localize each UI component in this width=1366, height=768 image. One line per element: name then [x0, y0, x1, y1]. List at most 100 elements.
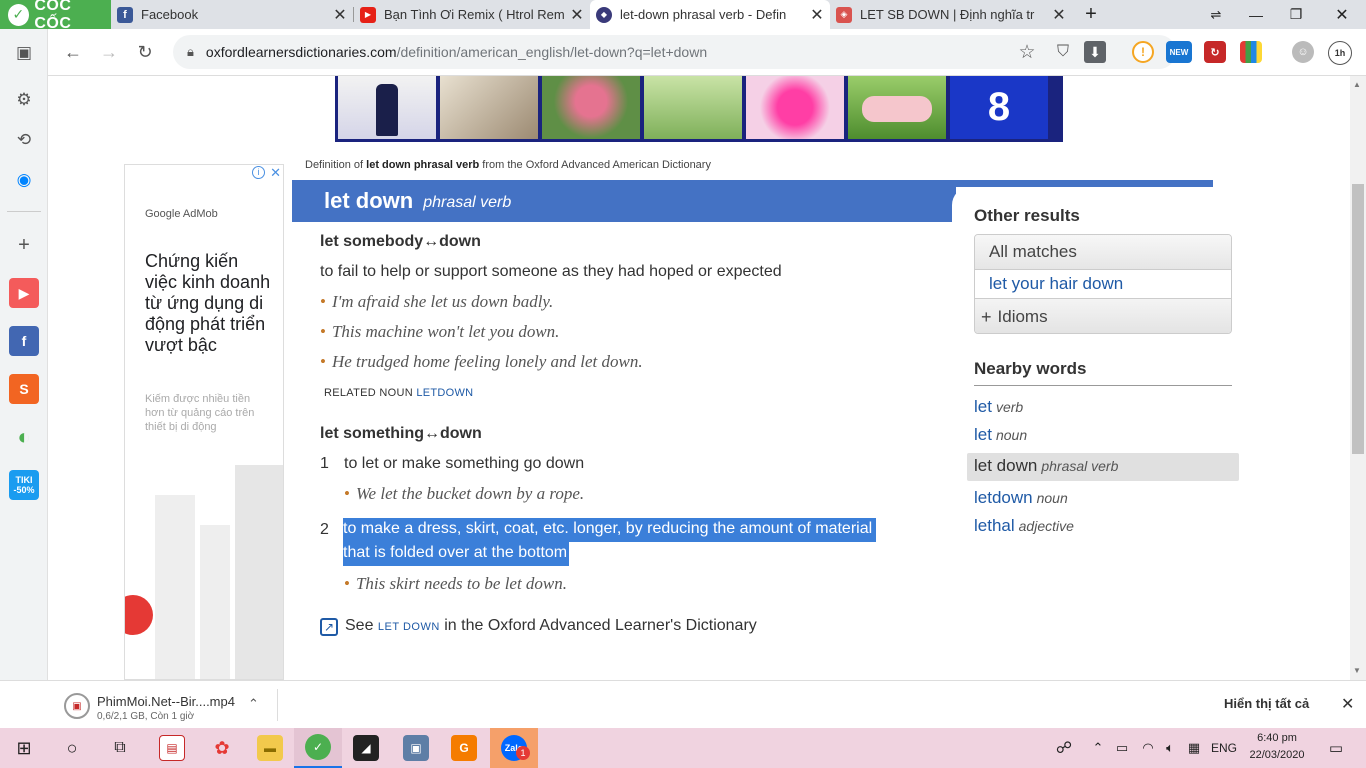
coccoc-app-icon[interactable]: ◐: [9, 422, 39, 452]
selected-definition[interactable]: to make a dress, skirt, coat, etc. longe…: [343, 518, 903, 566]
volume-icon[interactable]: 🔈︎: [1158, 728, 1182, 768]
download-icon[interactable]: ⬇: [1084, 41, 1106, 63]
shield-icon[interactable]: ⛉: [1048, 37, 1078, 67]
new-tab-button[interactable]: +: [1071, 0, 1111, 29]
shopee-app-icon[interactable]: S: [9, 374, 39, 404]
admob-ad[interactable]: i ✕ Google AdMob Chứng kiến việc kinh do…: [124, 164, 284, 680]
input-language[interactable]: ENG: [1211, 741, 1237, 755]
back-button[interactable]: ←: [58, 37, 88, 67]
scroll-up-icon[interactable]: ▲: [1353, 80, 1361, 89]
keyboard-icon[interactable]: ▦: [1182, 728, 1206, 768]
chevron-up-icon[interactable]: ⌃: [248, 696, 259, 712]
sidebar-toggle-icon[interactable]: ▣: [9, 38, 39, 68]
ad-image-dress[interactable]: [338, 76, 436, 139]
coccoc-taskbar-icon[interactable]: ✓: [294, 728, 342, 768]
all-matches-header[interactable]: All matches: [975, 235, 1231, 270]
restore-button[interactable]: ❐: [1276, 0, 1316, 29]
zalo-icon[interactable]: Zalo 1: [490, 728, 538, 768]
close-icon[interactable]: ✕: [1050, 5, 1068, 25]
settings-gear-icon[interactable]: ⚙: [9, 85, 39, 115]
wifi-icon[interactable]: ◠: [1136, 728, 1160, 768]
clock-time[interactable]: 6:40 pm: [1246, 732, 1308, 744]
scrollbar-thumb[interactable]: [1352, 184, 1364, 454]
extension-new-icon[interactable]: NEW: [1166, 41, 1192, 63]
nearby-word[interactable]: let verb: [974, 397, 1023, 417]
task-view-icon[interactable]: ⧉: [96, 728, 144, 768]
bullet-icon: •: [320, 352, 326, 371]
ad-building: [155, 495, 195, 679]
close-icon[interactable]: ✕: [568, 5, 586, 25]
tiki-discount: -50%: [13, 485, 35, 495]
match-link[interactable]: let your hair down: [975, 270, 1231, 299]
example: • I'm afraid she let us down badly.: [320, 292, 553, 312]
start-windows-icon[interactable]: ⊞: [0, 728, 48, 768]
tab-cambridge[interactable]: ◈ LET SB DOWN | Định nghĩa tr ✕: [830, 0, 1072, 29]
ad-info-icon[interactable]: i: [252, 166, 265, 179]
facebook-app-icon[interactable]: f: [9, 326, 39, 356]
extension-pdf-icon[interactable]: ↻: [1204, 41, 1226, 63]
taskbar-app-icon[interactable]: ✿: [198, 728, 246, 768]
forward-button[interactable]: →: [94, 37, 124, 67]
search-icon[interactable]: ○: [48, 728, 96, 768]
nearby-word[interactable]: let noun: [974, 425, 1027, 445]
source-bold: let down phrasal verb: [366, 159, 480, 171]
idioms-header[interactable]: + Idioms: [975, 299, 1231, 333]
related-link[interactable]: LETDOWN: [416, 387, 473, 399]
notification-icon[interactable]: ▭: [1316, 728, 1356, 768]
timer-badge[interactable]: 1h: [1328, 41, 1352, 65]
external-link-icon[interactable]: ↗: [320, 618, 338, 636]
messenger-icon[interactable]: ◉: [9, 165, 39, 195]
history-icon[interactable]: ⟲: [9, 125, 39, 155]
taskbar-app-icon[interactable]: ▤: [148, 728, 196, 768]
page-scrollbar[interactable]: ▲ ▼: [1350, 76, 1366, 680]
add-app-icon[interactable]: +: [9, 230, 39, 260]
reload-button[interactable]: ↻: [130, 37, 160, 67]
show-all-downloads[interactable]: Hiển thị tất cả: [1224, 696, 1309, 711]
nearby-word[interactable]: lethal adjective: [974, 516, 1074, 536]
youtube-app-icon[interactable]: ▶: [9, 278, 39, 308]
example-text: I'm afraid she let us down badly.: [331, 292, 554, 311]
scroll-down-icon[interactable]: ▼: [1353, 666, 1361, 675]
close-downloads-icon[interactable]: ✕: [1341, 694, 1354, 714]
tab-facebook[interactable]: f Facebook ✕: [111, 0, 353, 29]
tab-youtube[interactable]: ▶ Bạn Tình Ơi Remix ( Htrol Rem ✕: [354, 0, 590, 29]
other-results-title: Other results: [974, 206, 1080, 225]
extension-apps-icon[interactable]: [1240, 41, 1262, 63]
url-host: oxfordlearnersdictionaries.com: [205, 44, 397, 60]
ad-image-logo[interactable]: 8: [950, 76, 1048, 139]
ad-image-makeup[interactable]: [746, 76, 844, 139]
see-link[interactable]: LET DOWN: [378, 621, 440, 633]
file-explorer-icon[interactable]: ▬: [246, 728, 294, 768]
close-icon[interactable]: ✕: [331, 5, 349, 25]
foxit-pdf-icon[interactable]: G: [440, 728, 488, 768]
chevron-up-icon[interactable]: ⌃: [1086, 728, 1110, 768]
ad-image-roses[interactable]: [542, 76, 640, 139]
ad-banner[interactable]: 8: [335, 76, 1063, 142]
ad-image-house[interactable]: [440, 76, 538, 139]
profile-avatar[interactable]: ☺: [1292, 41, 1314, 63]
sense-number: 1: [320, 455, 329, 472]
minimize-button[interactable]: —: [1236, 0, 1276, 29]
close-icon[interactable]: ✕: [808, 5, 826, 25]
sense1-phrase: let somebody↔down: [320, 233, 481, 250]
ad-image-pigs[interactable]: [848, 76, 946, 139]
tab-search-icon[interactable]: ⇌: [1196, 0, 1236, 29]
example: • This skirt needs to be let down.: [344, 574, 567, 594]
extension-alert-icon[interactable]: !: [1132, 41, 1154, 63]
download-filename[interactable]: PhimMoi.Net--Bir....mp4: [97, 694, 235, 709]
close-window-button[interactable]: ✕: [1322, 0, 1362, 29]
nearby-word[interactable]: letdown noun: [974, 488, 1068, 508]
taskbar-app-icon[interactable]: ▣: [392, 728, 440, 768]
tiki-app-icon[interactable]: TIKI -50%: [9, 470, 39, 500]
ad-image-garden[interactable]: [644, 76, 742, 139]
selected-text-line: that is folded over at the bottom: [343, 542, 570, 566]
ad-building: [200, 525, 230, 679]
ad-close-icon[interactable]: ✕: [270, 165, 281, 181]
tab-oxford[interactable]: ◆ let-down phrasal verb - Defin ✕: [590, 0, 830, 29]
clock-date[interactable]: 22/03/2020: [1246, 749, 1308, 761]
people-icon[interactable]: ☍: [1050, 728, 1078, 768]
battery-icon[interactable]: ▭: [1110, 728, 1134, 768]
bookmark-star-icon[interactable]: ☆: [1012, 37, 1042, 67]
sticky-notes-icon[interactable]: ◢: [342, 728, 390, 768]
coccoc-menu-button[interactable]: ✓ CỐC CỐC: [0, 0, 111, 32]
